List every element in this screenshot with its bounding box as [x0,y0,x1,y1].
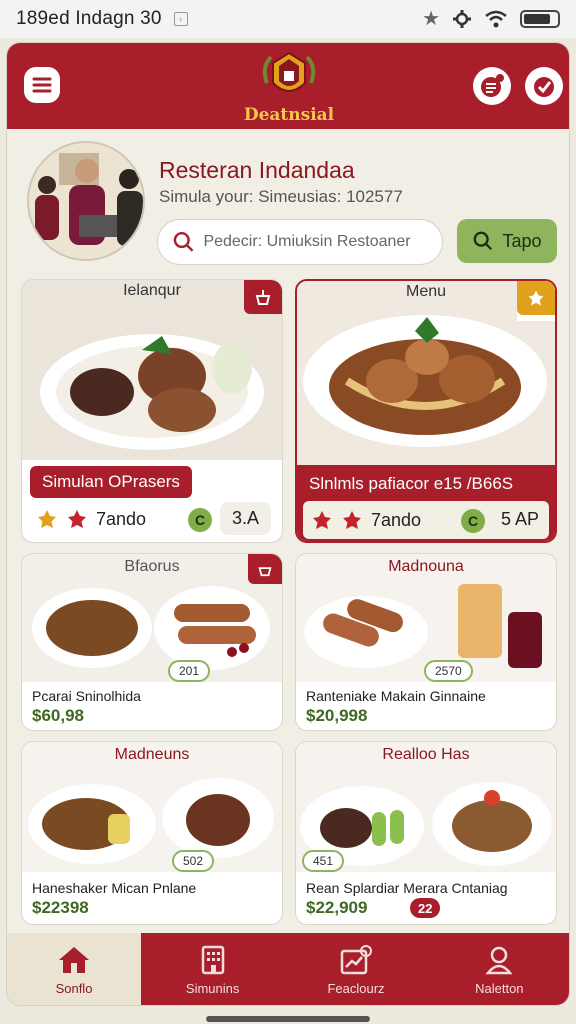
item-title: Bfaorus [124,558,180,575]
featured-card[interactable]: Ielanqur Simulan OPrasers 7ando C 3.A [21,279,283,543]
status-time: 189ed Indagn 30 [16,8,162,29]
nav-item-feaclourz[interactable]: Feaclourz [284,933,428,1005]
notification-icon: › [173,12,188,26]
card-rating: 7ando [36,508,146,530]
nav-item-simunins[interactable]: Simunins [141,933,285,1005]
item-badge: 22 [410,898,441,918]
receipt-icon [481,74,504,97]
check-icon [534,77,554,97]
star-icon [38,510,56,528]
item-title: Realloo Has [382,746,470,763]
item-price: $20,998 [306,706,368,725]
restaurant-subtitle: Simula your: Simeusias: 102577 [159,187,403,206]
building-icon [201,945,224,974]
wifi-icon [485,10,507,28]
app-window: Deatnsial Resteran Indandaa Simula your:… [6,42,570,1006]
rating-label: 7ando [96,508,147,529]
menu-button[interactable] [24,67,60,103]
item-qty: 2570 [424,660,473,682]
item-qty: 451 [302,850,345,872]
item-title: Madnouna [388,558,464,575]
item-qty: 502 [172,850,215,872]
bottom-nav: Sonflo Simunins Feaclourz Naletton [7,933,569,1005]
nav-item-naletton[interactable]: Naletton [427,933,569,1005]
card-banner: Slnlmls pafiacor e15 /B66S [297,465,555,503]
staff-photo [27,141,145,261]
home-indicator[interactable] [206,1016,370,1022]
basket-icon[interactable] [244,280,282,314]
brand-logo [249,49,329,109]
card-banner: Simulan OPrasers [30,466,192,498]
settings-icon [453,10,471,28]
brand-name: Deatnsial [243,105,335,125]
item-price: $60,98 [32,706,84,725]
star-icon: ★ [422,8,440,30]
nav-item-home[interactable]: Sonflo [7,933,141,1005]
item-price: $22,909 [306,898,368,917]
card-pill: 3.A [220,502,272,535]
star-icon [313,511,331,529]
card-rating: 7ando [311,509,421,531]
item-name: Haneshaker Mican Pnlane [32,880,197,896]
nav-label: Feaclourz [327,980,385,996]
rating-label: 7ando [371,509,422,530]
hamburger-icon [32,77,52,93]
item-name: Ranteniake Makain Ginnaine [306,688,486,704]
confirm-icon[interactable]: C [461,509,485,533]
home-icon [59,946,89,973]
confirm-icon[interactable]: C [188,508,212,532]
check-button[interactable] [525,67,563,105]
search-button-label: Tapo [502,230,542,251]
item-name: Pcarai Sninolhida [32,688,141,704]
nav-label: Naletton [475,980,524,996]
item-qty: 201 [168,660,211,682]
star-icon [343,511,361,529]
status-bar: 189ed Indagn 30 › ★ [0,0,576,38]
status-icons: ★ [422,9,560,29]
search-input[interactable] [203,233,428,251]
menu-item-card[interactable]: Madnouna 2570 Ranteniake Makain Ginnaine… [295,553,557,731]
item-title: Madneuns [114,746,190,763]
nav-label: Simunins [185,980,240,996]
menu-item-card[interactable]: Realloo Has 451 Rean Splardiar Merara Cn… [295,741,557,925]
chart-icon [340,944,372,974]
menu-item-card[interactable]: Madneuns 502 Haneshaker Mican Pnlane $22… [21,741,283,925]
search-bar[interactable] [157,219,443,265]
item-price: $22398 [32,898,89,917]
star-icon [68,510,86,528]
app-header: Deatnsial [7,43,569,129]
user-icon [485,946,513,974]
item-name: Rean Splardiar Merara Cntaniag [306,880,508,896]
star-badge-icon[interactable] [517,281,555,315]
featured-card[interactable]: Menu Slnlmls pafiacor e15 /B66S 7ando C … [295,279,557,543]
basket-icon[interactable] [248,554,282,584]
orders-button[interactable] [473,67,511,105]
nav-label: Sonflo [55,980,93,996]
restaurant-title: Resteran Indandaa [159,157,355,183]
card-title: Ielanqur [123,282,181,299]
search-icon [474,231,493,251]
menu-item-card[interactable]: Bfaorus 201 Pcarai Sninolhida $60,98 [21,553,283,731]
card-pill: 5 AP [501,509,540,529]
search-button[interactable]: Tapo [457,219,557,263]
search-icon [173,231,194,252]
battery-icon [520,10,560,28]
